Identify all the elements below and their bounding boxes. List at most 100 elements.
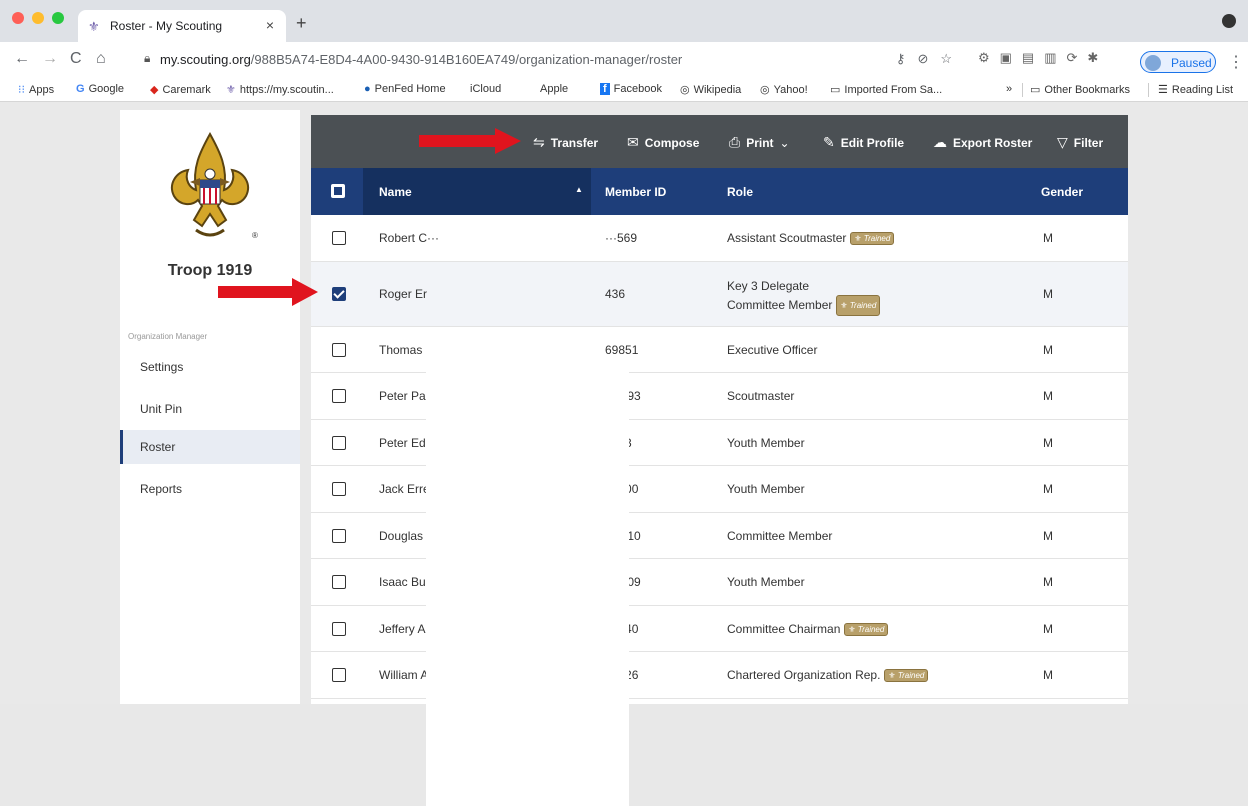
role-text: Youth Member bbox=[727, 435, 805, 450]
tab-search-icon[interactable] bbox=[1222, 14, 1236, 28]
table-row[interactable]: Robert C··· ···569 Assistant Scoutmaster ⚜ … bbox=[311, 215, 1128, 262]
table-row[interactable]: Roger Er 436 Key 3 Delegate Committee Membe… bbox=[311, 261, 1128, 327]
bookmark-apps[interactable]: ⁝⁝ Apps bbox=[18, 83, 54, 96]
close-window-button[interactable] bbox=[12, 12, 24, 24]
member-name[interactable]: Peter Ed bbox=[379, 436, 426, 450]
bookmark-label: Other Bookmarks bbox=[1044, 84, 1130, 96]
compose-label: Compose bbox=[644, 136, 700, 150]
column-header-name[interactable]: Name bbox=[379, 185, 412, 199]
row-checkbox[interactable] bbox=[332, 482, 346, 497]
sidebar-item-reports[interactable]: Reports bbox=[120, 472, 300, 506]
member-name[interactable]: Robert C··· bbox=[379, 231, 439, 245]
chevron-down-icon: ⌄ bbox=[779, 136, 790, 150]
bookmark-facebook[interactable]: f Facebook bbox=[600, 83, 662, 95]
member-name[interactable]: Roger Er bbox=[379, 287, 427, 301]
close-tab-icon[interactable]: × bbox=[266, 17, 274, 33]
minimize-window-button[interactable] bbox=[32, 12, 44, 24]
member-name[interactable]: Douglas bbox=[379, 529, 423, 543]
sidebar-item-roster[interactable]: Roster bbox=[120, 430, 300, 464]
new-tab-button[interactable]: + bbox=[296, 13, 307, 34]
folder-icon: ▭ bbox=[1030, 84, 1041, 96]
bookmark-caremark[interactable]: ◆ Caremark bbox=[150, 83, 211, 96]
filter-icon: ▽ bbox=[1057, 134, 1068, 150]
bookmark-google[interactable]: G Google bbox=[76, 83, 124, 95]
compose-button[interactable]: ✉ Compose bbox=[627, 134, 699, 151]
penfed-icon: ● bbox=[364, 83, 371, 95]
row-checkbox[interactable] bbox=[332, 621, 346, 636]
bookmarks-overflow-button[interactable]: » bbox=[1006, 83, 1012, 95]
sort-ascending-icon[interactable]: ▲ bbox=[575, 185, 583, 194]
row-checkbox[interactable] bbox=[332, 231, 346, 246]
select-all-checkbox[interactable] bbox=[331, 184, 345, 198]
browser-menu-icon[interactable]: ⋮ bbox=[1228, 52, 1244, 72]
bookmark-label: Imported From Sa... bbox=[844, 84, 943, 96]
member-name[interactable]: Jack Erre bbox=[379, 482, 430, 496]
bookmark-folder-other[interactable]: ▭ Other Bookmarks bbox=[1030, 83, 1130, 96]
globe-icon: ◎ bbox=[680, 84, 690, 96]
reading-list-button[interactable]: ☰ Reading List bbox=[1158, 83, 1233, 96]
paused-label: Paused bbox=[1171, 56, 1212, 70]
caremark-icon: ◆ bbox=[150, 84, 159, 96]
profile-paused-button[interactable]: Paused bbox=[1140, 51, 1216, 73]
omnibox-icons[interactable]: ⚷⊘☆ bbox=[896, 51, 964, 67]
action-toolbar: ⇋ Transfer ✉ Compose ⎙ Print ⌄ ✎ Edit Profile… bbox=[311, 115, 1128, 168]
scouting-icon: ⚜ bbox=[226, 84, 236, 96]
trained-label: Trained bbox=[849, 301, 877, 310]
row-checkbox[interactable] bbox=[332, 528, 346, 543]
column-header-role[interactable]: Role bbox=[727, 185, 753, 199]
transfer-icon: ⇋ bbox=[533, 134, 545, 150]
forward-icon[interactable]: → bbox=[42, 50, 58, 68]
trained-label: Trained bbox=[863, 234, 891, 244]
bookmark-label: Facebook bbox=[613, 83, 662, 95]
bookmark-icloud[interactable]: iCloud bbox=[466, 83, 501, 95]
print-button[interactable]: ⎙ Print ⌄ bbox=[729, 134, 790, 151]
bookmark-scouting[interactable]: ⚜ https://my.scoutin... bbox=[226, 83, 334, 96]
extension-icons[interactable]: ⚙▣▤▥⟳✱ bbox=[978, 50, 1108, 66]
sidebar-item-settings[interactable]: Settings bbox=[120, 350, 300, 384]
reload-icon[interactable]: C bbox=[70, 50, 82, 68]
member-id: 436 bbox=[605, 287, 626, 301]
column-header-gender[interactable]: Gender bbox=[1041, 185, 1083, 199]
sidebar-item-unit-pin[interactable]: Unit Pin bbox=[120, 392, 300, 426]
member-name[interactable]: Isaac Bu bbox=[379, 575, 426, 589]
edit-profile-button[interactable]: ✎ Edit Profile bbox=[823, 134, 904, 151]
bookmark-apple[interactable]: Apple bbox=[536, 83, 568, 95]
address-bar[interactable]: 🔒︎ my.scouting.org/988B5A74-E8D4-4A00-94… bbox=[134, 47, 974, 73]
bookmark-yahoo[interactable]: ◎ Yahoo! bbox=[760, 83, 808, 96]
export-roster-label: Export Roster bbox=[953, 136, 1033, 150]
role-text: Executive Officer bbox=[727, 342, 818, 357]
back-icon[interactable]: ← bbox=[14, 50, 30, 68]
column-header-member-id[interactable]: Member ID bbox=[605, 185, 666, 199]
row-checkbox[interactable] bbox=[332, 287, 346, 301]
transfer-label: Transfer bbox=[550, 136, 599, 150]
bookmark-penfed[interactable]: ● PenFed Home bbox=[364, 83, 446, 95]
bookmark-label: Apps bbox=[29, 84, 55, 96]
row-checkbox[interactable] bbox=[332, 389, 346, 404]
folder-icon: ▭ bbox=[830, 84, 841, 96]
bookmark-folder-imported[interactable]: ▭ Imported From Sa... bbox=[830, 83, 942, 96]
home-icon[interactable]: ⌂ bbox=[96, 50, 106, 68]
filter-label: Filter bbox=[1073, 136, 1104, 150]
filter-button[interactable]: ▽ Filter bbox=[1057, 134, 1103, 151]
member-name[interactable]: Thomas bbox=[379, 343, 422, 357]
transfer-button[interactable]: ⇋ Transfer bbox=[533, 134, 598, 151]
bookmark-label: Reading List bbox=[1171, 84, 1234, 96]
table-header: Name ▲ Member ID Role Gender bbox=[311, 168, 1128, 215]
row-checkbox[interactable] bbox=[332, 342, 346, 357]
bookmark-wikipedia[interactable]: ◎ Wikipedia bbox=[680, 83, 741, 96]
role-text: Scoutmaster bbox=[727, 389, 795, 404]
bookmarks-bar: ⁝⁝ Apps G Google ◆ Caremark ⚜ https://my.sco… bbox=[0, 78, 1248, 102]
role-cell: Youth Member bbox=[727, 436, 805, 450]
red-arrow-annotation-icon bbox=[419, 128, 521, 154]
row-checkbox[interactable] bbox=[332, 668, 346, 683]
export-roster-button[interactable]: ☁ Export Roster bbox=[933, 134, 1032, 151]
zoom-window-button[interactable] bbox=[52, 12, 64, 24]
row-checkbox[interactable] bbox=[332, 435, 346, 450]
member-name[interactable]: Peter Pa bbox=[379, 389, 426, 403]
member-name[interactable]: Jeffery A bbox=[379, 622, 425, 636]
role-text: Committee Chairman bbox=[727, 621, 841, 636]
google-icon: G bbox=[76, 83, 85, 95]
member-name[interactable]: William A bbox=[379, 668, 428, 682]
row-checkbox[interactable] bbox=[332, 575, 346, 590]
browser-tab[interactable]: ⚜ Roster - My Scouting × bbox=[78, 10, 286, 42]
